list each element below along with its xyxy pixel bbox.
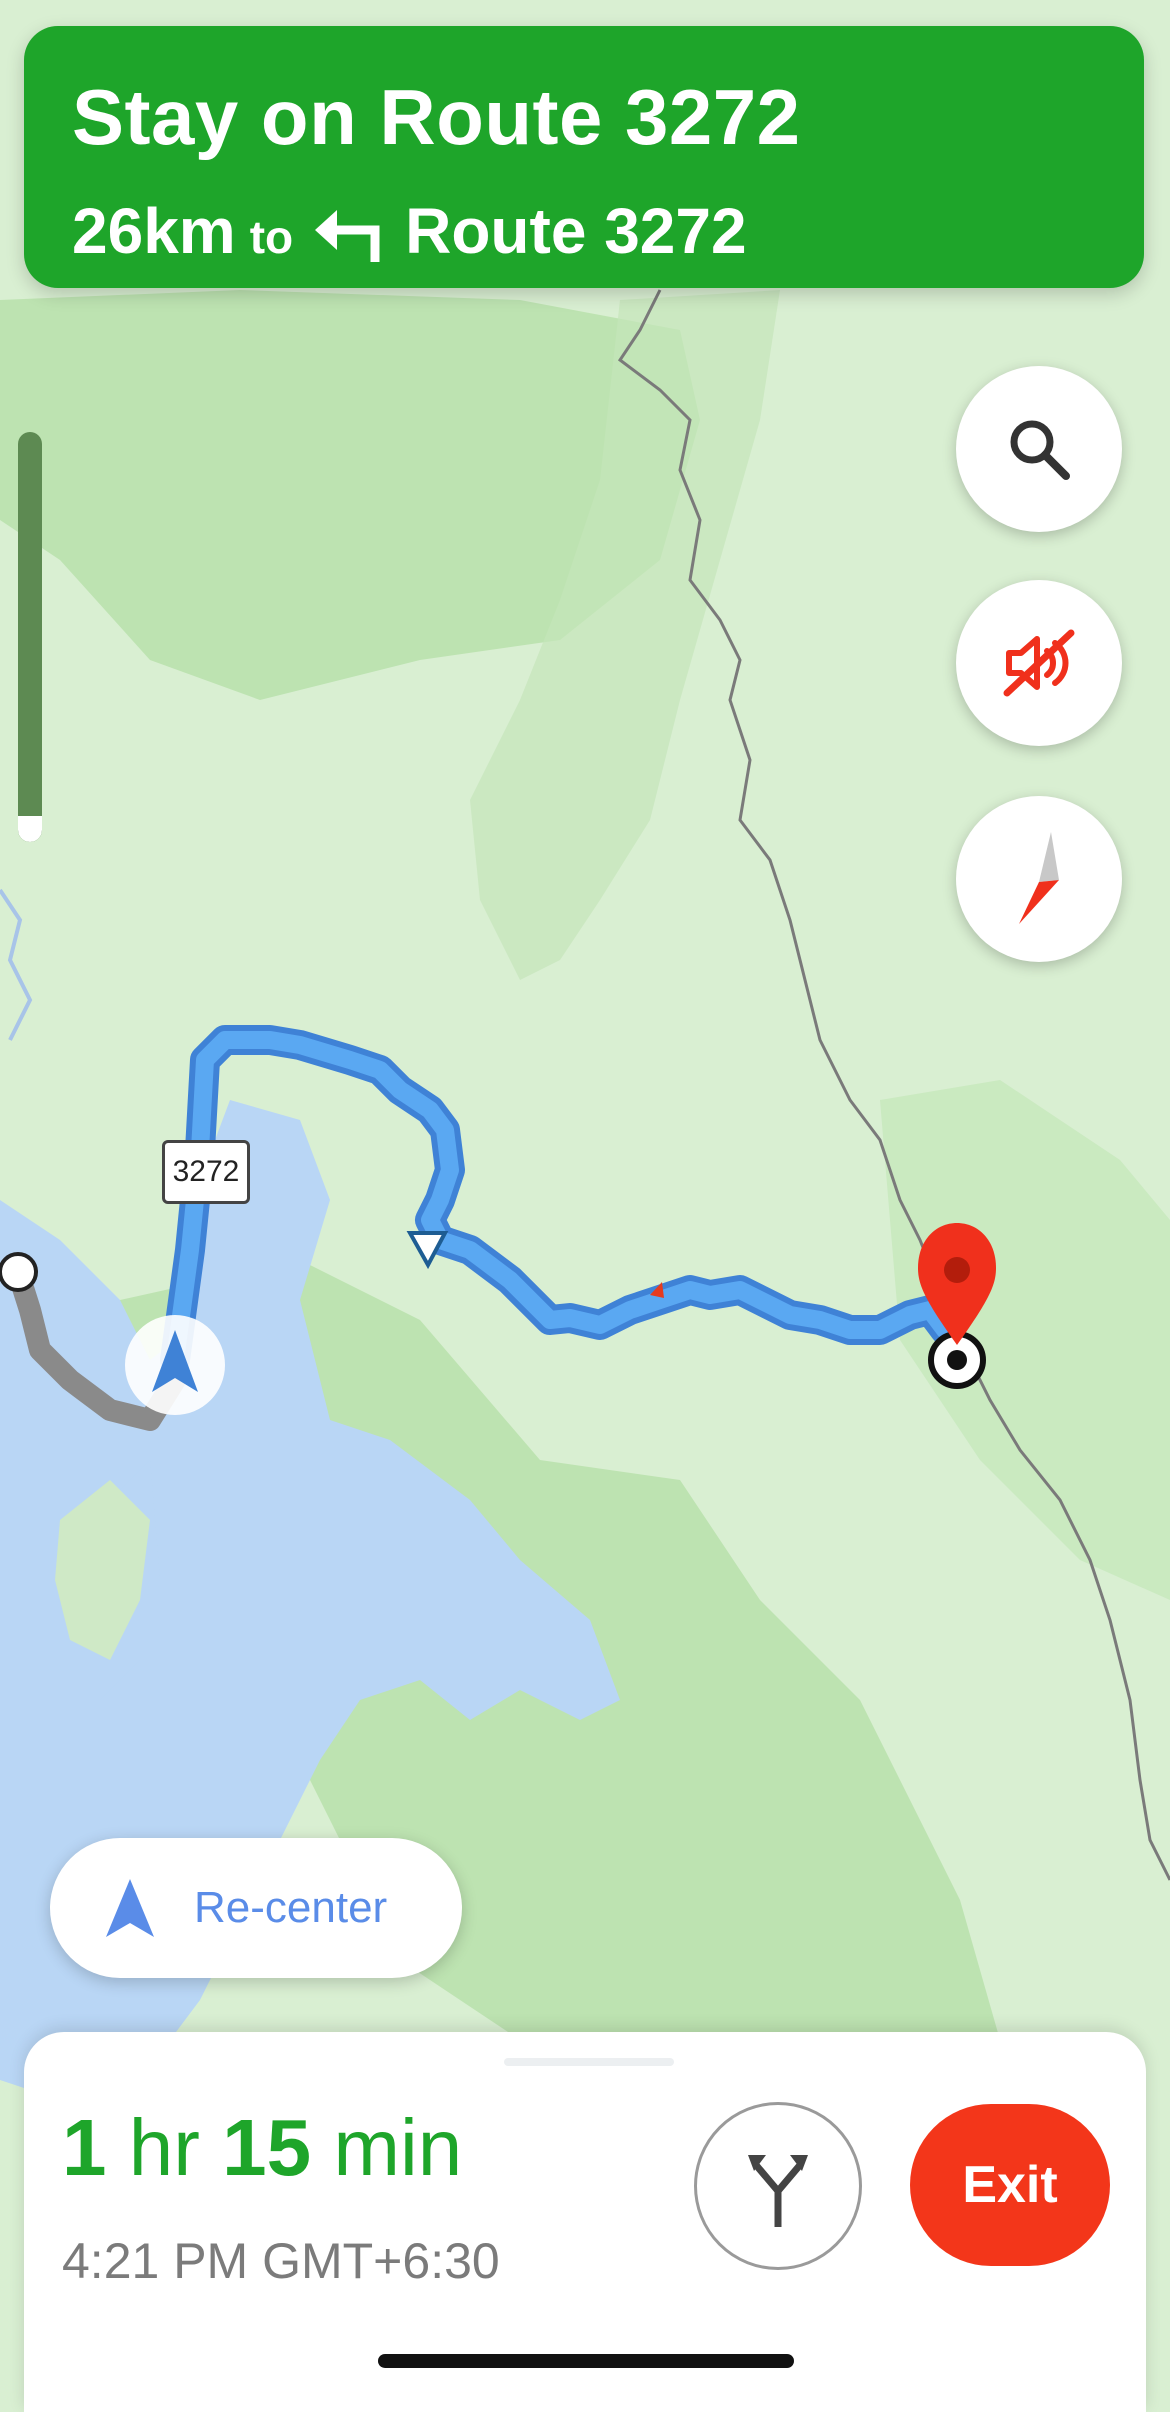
arrival-time: 4:21 PM GMT+6:30: [62, 2233, 500, 2289]
origin-marker: [0, 1252, 38, 1292]
hours-unit: hr: [128, 2103, 200, 2192]
mute-button[interactable]: [956, 580, 1122, 746]
instruction-title: Stay on Route 3272: [72, 73, 801, 161]
current-location-marker: [125, 1315, 225, 1415]
navigation-banner[interactable]: Stay on Route 3272 26km to Route 3272: [24, 26, 1144, 288]
next-road-name: Route 3272: [405, 195, 747, 267]
trip-duration: 1 hr 15 min: [62, 2102, 462, 2194]
turn-left-icon: [315, 210, 380, 262]
alternate-routes-button[interactable]: [694, 2102, 862, 2270]
recenter-button[interactable]: Re-center: [50, 1838, 462, 1978]
recenter-label: Re-center: [194, 1883, 388, 1932]
alternate-routes-icon: [748, 2155, 808, 2227]
zoom-slider-handle[interactable]: [18, 816, 42, 842]
sound-off-icon: [1003, 629, 1075, 697]
minutes-unit: min: [333, 2103, 463, 2192]
duration-minutes: 15: [222, 2103, 312, 2192]
compass-icon: [1019, 832, 1059, 924]
distance-to-maneuver: 26km: [72, 195, 236, 267]
zoom-slider[interactable]: [18, 432, 42, 842]
exit-button[interactable]: Exit: [910, 2104, 1110, 2266]
search-button[interactable]: [956, 366, 1122, 532]
search-icon: [1010, 420, 1070, 480]
navigation-arrow-icon: [106, 1879, 154, 1937]
sheet-handle[interactable]: [504, 2058, 674, 2066]
duration-hours: 1: [62, 2103, 107, 2192]
home-indicator[interactable]: [378, 2354, 794, 2368]
route-shield: 3272: [162, 1140, 250, 1204]
next-maneuver: 26km to Route 3272: [72, 194, 747, 268]
compass-button[interactable]: [956, 796, 1122, 962]
to-label: to: [249, 211, 294, 263]
